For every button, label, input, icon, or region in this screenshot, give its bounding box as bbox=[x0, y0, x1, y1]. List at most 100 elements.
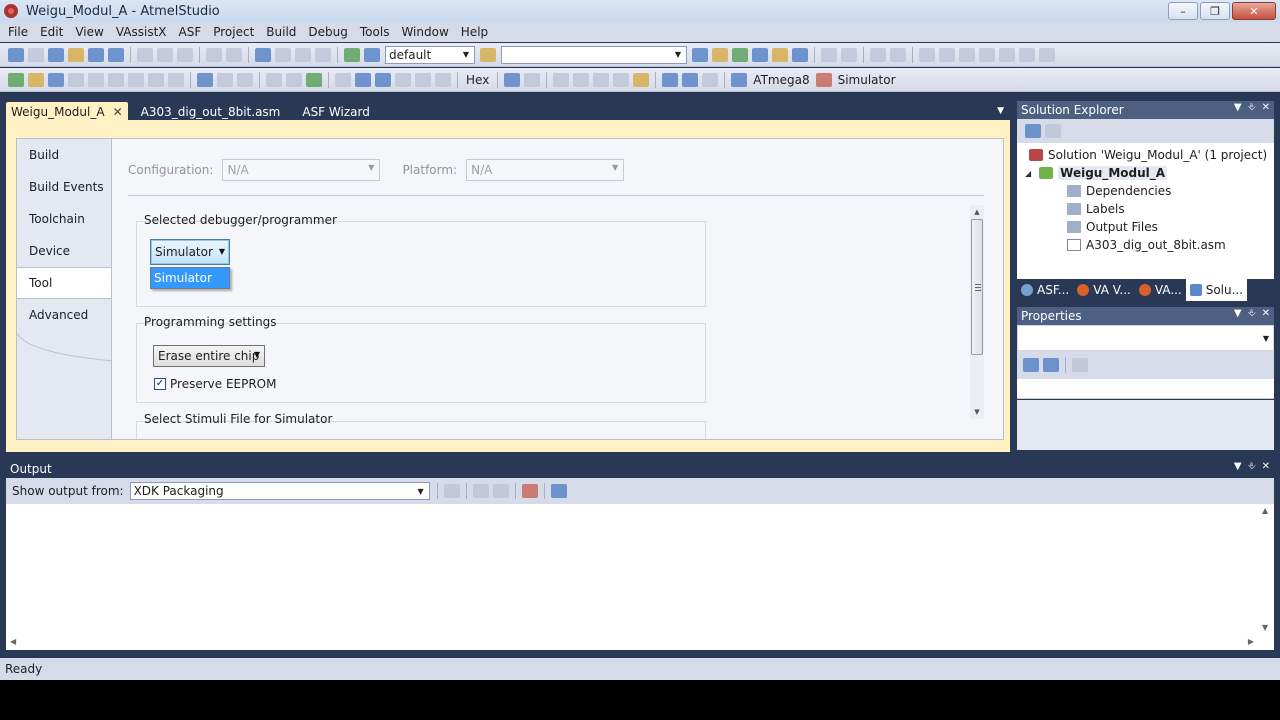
processor-view-icon[interactable] bbox=[633, 72, 650, 87]
preserve-eeprom-checkbox[interactable]: ✓ bbox=[154, 378, 166, 390]
sidebar-item-toolchain[interactable]: Toolchain bbox=[17, 203, 113, 235]
clear-all-icon[interactable] bbox=[521, 484, 538, 498]
open-file-icon[interactable] bbox=[68, 47, 84, 62]
panel-menu-icon[interactable]: ▼ bbox=[1234, 102, 1242, 113]
sidebar-item-advanced[interactable]: Advanced bbox=[17, 299, 113, 331]
stop-debugging-icon[interactable] bbox=[237, 72, 253, 87]
close-icon[interactable]: ✕ bbox=[1262, 102, 1270, 113]
clean-icon[interactable] bbox=[108, 72, 124, 87]
menu-file[interactable]: File bbox=[2, 22, 34, 42]
compile-icon[interactable] bbox=[68, 72, 84, 87]
device-options-icon[interactable] bbox=[682, 72, 699, 87]
output-vertical-scrollbar[interactable]: ▲ ▼ bbox=[1258, 504, 1274, 634]
indent-decrease-icon[interactable] bbox=[821, 47, 837, 62]
clear-bookmarks-icon[interactable] bbox=[1019, 47, 1035, 62]
properties-window-icon[interactable] bbox=[712, 47, 728, 62]
tab-a303-asm[interactable]: A303_dig_out_8bit.asm bbox=[136, 102, 286, 122]
find-message-icon[interactable] bbox=[443, 484, 460, 498]
solution-configuration-combo[interactable]: default ▼ bbox=[385, 45, 475, 64]
toolbar-overflow-icon[interactable] bbox=[1039, 47, 1055, 62]
next-message-icon[interactable] bbox=[492, 484, 509, 498]
indent-increase-icon[interactable] bbox=[841, 47, 857, 62]
tab-asf-wizard[interactable]: ASF Wizard bbox=[297, 102, 374, 122]
save-all-icon[interactable] bbox=[108, 47, 124, 62]
close-button[interactable]: ✕ bbox=[1232, 2, 1276, 20]
tree-solution[interactable]: Solution 'Weigu_Modul_A' (1 project) bbox=[1029, 146, 1267, 164]
disassembly-icon[interactable] bbox=[553, 72, 570, 87]
break-all-icon[interactable] bbox=[286, 72, 302, 87]
menu-project[interactable]: Project bbox=[207, 22, 260, 42]
step-over-debug-icon[interactable] bbox=[375, 72, 391, 87]
close-icon[interactable]: ✕ bbox=[1262, 461, 1270, 472]
io-view-icon[interactable] bbox=[613, 72, 630, 87]
paste-icon[interactable] bbox=[177, 47, 193, 62]
prev-bookmark-folder-icon[interactable] bbox=[979, 47, 995, 62]
menu-debug[interactable]: Debug bbox=[302, 22, 353, 42]
build-icon[interactable] bbox=[8, 72, 24, 87]
prev-bookmark-icon[interactable] bbox=[939, 47, 955, 62]
tree-item-output-files[interactable]: Output Files bbox=[1067, 218, 1158, 236]
close-tab-icon[interactable]: ✕ bbox=[113, 105, 123, 119]
output-horizontal-scrollbar[interactable]: ◀ ▶ bbox=[6, 634, 1258, 650]
properties-object-combo[interactable]: ▼ bbox=[1017, 325, 1274, 351]
tab-weigu-modul-a[interactable]: Weigu_Modul_A ✕ bbox=[6, 102, 128, 122]
menu-vassistx[interactable]: VAssistX bbox=[110, 22, 173, 42]
tab-solution-explorer[interactable]: Solu... bbox=[1185, 279, 1248, 301]
tree-item-asm-file[interactable]: A303_dig_out_8bit.asm bbox=[1067, 236, 1226, 254]
windows-dropdown-icon[interactable] bbox=[524, 72, 541, 87]
redo-icon[interactable] bbox=[226, 47, 242, 62]
step-out-icon[interactable] bbox=[395, 72, 411, 87]
add-item-icon[interactable] bbox=[28, 47, 44, 62]
bookmark-icon[interactable] bbox=[919, 47, 935, 62]
sidebar-item-device[interactable]: Device bbox=[17, 235, 113, 267]
device-pack-icon[interactable] bbox=[662, 72, 679, 87]
pin-icon[interactable]: ⎀ bbox=[1248, 102, 1256, 113]
solution-explorer-icon[interactable] bbox=[692, 47, 708, 62]
menu-tools[interactable]: Tools bbox=[354, 22, 396, 42]
tree-item-labels[interactable]: Labels bbox=[1067, 200, 1125, 218]
erase-mode-select[interactable]: Erase entire chip ▼ bbox=[153, 345, 265, 367]
scroll-up-icon[interactable]: ▲ bbox=[1262, 506, 1268, 515]
menu-help[interactable]: Help bbox=[455, 22, 494, 42]
scroll-right-icon[interactable]: ▶ bbox=[1248, 637, 1254, 646]
menu-asf[interactable]: ASF bbox=[173, 22, 208, 42]
word-wrap-icon[interactable] bbox=[550, 484, 567, 498]
restore-button[interactable]: ❐ bbox=[1200, 2, 1230, 20]
pin-icon[interactable]: ⎀ bbox=[1248, 308, 1256, 319]
alphabetical-icon[interactable] bbox=[1043, 358, 1059, 372]
new-project-icon[interactable] bbox=[8, 47, 24, 62]
restart-icon[interactable] bbox=[266, 72, 282, 87]
debugger-select[interactable]: Simulator ▼ bbox=[150, 239, 230, 265]
registers-icon[interactable] bbox=[573, 72, 590, 87]
categorized-icon[interactable] bbox=[1023, 358, 1039, 372]
tool-selector[interactable]: Simulator bbox=[838, 73, 896, 87]
sidebar-item-tool[interactable]: Tool bbox=[17, 267, 117, 299]
panel-menu-icon[interactable]: ▼ bbox=[1234, 461, 1242, 472]
pin-icon[interactable]: ⎀ bbox=[1248, 461, 1256, 472]
sidebar-item-build[interactable]: Build bbox=[17, 139, 113, 171]
copy-icon[interactable] bbox=[157, 47, 173, 62]
find-combo-icon[interactable] bbox=[480, 47, 496, 62]
search-combo[interactable]: ▼ bbox=[501, 45, 687, 64]
menu-window[interactable]: Window bbox=[395, 22, 454, 42]
sidebar-item-build-events[interactable]: Build Events bbox=[17, 171, 113, 203]
new-file-icon[interactable] bbox=[48, 47, 64, 62]
toolbox-icon[interactable] bbox=[752, 47, 768, 62]
tree-project[interactable]: ◢ Weigu_Modul_A bbox=[1025, 164, 1168, 182]
build-solution-icon[interactable] bbox=[28, 72, 44, 87]
menu-edit[interactable]: Edit bbox=[34, 22, 69, 42]
comment-icon[interactable] bbox=[870, 47, 886, 62]
device-selector[interactable]: ATmega8 bbox=[753, 73, 809, 87]
scroll-left-icon[interactable]: ◀ bbox=[10, 637, 16, 646]
property-pages-icon[interactable] bbox=[1072, 358, 1088, 372]
minimize-button[interactable]: – bbox=[1168, 2, 1198, 20]
breakpoints-icon[interactable] bbox=[504, 72, 521, 87]
tab-list-dropdown-icon[interactable]: ▼ bbox=[997, 106, 1004, 116]
app-logo-icon[interactable] bbox=[4, 4, 18, 18]
refactor-icon[interactable] bbox=[168, 72, 184, 87]
show-next-statement-icon[interactable] bbox=[335, 72, 351, 87]
expand-arrow-icon[interactable]: ◢ bbox=[1025, 169, 1031, 178]
memory-icon[interactable] bbox=[593, 72, 610, 87]
hex-toggle[interactable]: Hex bbox=[466, 73, 489, 87]
object-browser-icon[interactable] bbox=[732, 47, 748, 62]
